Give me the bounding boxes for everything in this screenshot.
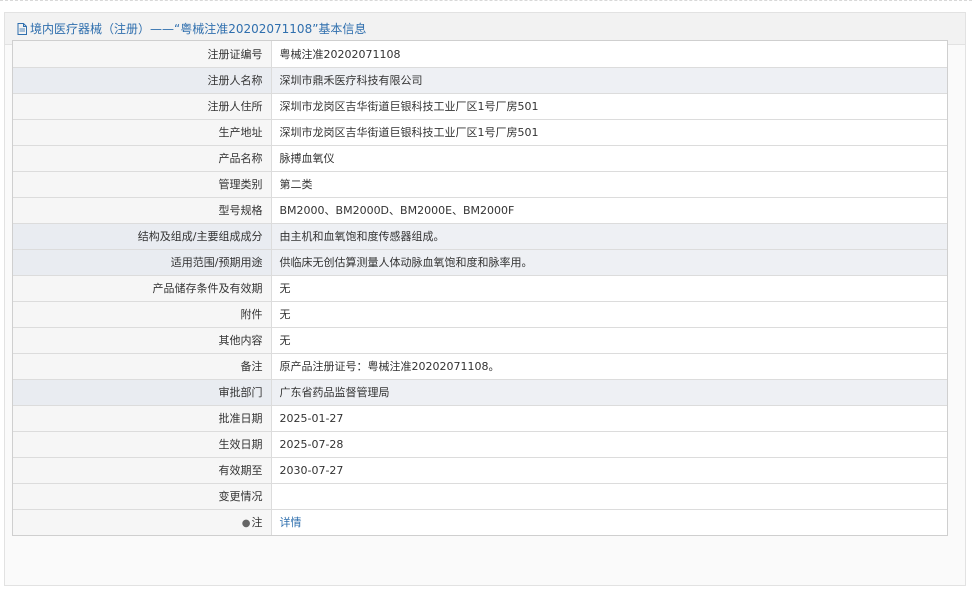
field-label: 变更情况 [13,483,272,510]
field-value: 2025-07-28 [271,431,947,458]
field-label: 管理类别 [13,171,272,198]
field-label: 结构及组成/主要组成成分 [13,223,272,250]
table-row: 生产地址 深圳市龙岗区吉华街道巨银科技工业厂区1号厂房501 [13,119,947,146]
field-value [271,483,947,510]
table-row: 注册证编号 粤械注准20202071108 [13,41,947,68]
note-row: ●注 详情 [13,509,947,535]
table-row: 产品储存条件及有效期无 [13,275,947,302]
table-row: 适用范围/预期用途 供临床无创估算测量人体动脉血氧饱和度和脉率用。 [13,249,947,276]
table-row: 备注 原产品注册证号：粤械注准20202071108。 [13,353,947,380]
field-label: 注册证编号 [13,41,272,68]
table-row: 管理类别 第二类 [13,171,947,198]
table-row: 型号规格 BM2000、BM2000D、BM2000E、BM2000F [13,197,947,224]
field-value: 无 [271,327,947,354]
field-label: 批准日期 [13,405,272,432]
pin-icon: ● [241,518,251,530]
field-label: 审批部门 [13,379,272,406]
field-value: 供临床无创估算测量人体动脉血氧饱和度和脉率用。 [271,249,947,276]
table-row: 附件无 [13,301,947,328]
field-value: 无 [271,301,947,328]
field-value: 2025-01-27 [271,405,947,432]
note-label-cell: ●注 [13,509,272,535]
field-label: 生产地址 [13,119,272,146]
table-row: 注册人住所 深圳市龙岗区吉华街道巨银科技工业厂区1号厂房501 [13,93,947,120]
field-label: 适用范围/预期用途 [13,249,272,276]
note-label: 注 [251,516,263,530]
table-row: 生效日期 2025-07-28 [13,431,947,458]
field-label: 有效期至 [13,457,272,484]
field-value: 无 [271,275,947,302]
field-label: 其他内容 [13,327,272,354]
table-row: 产品名称 脉搏血氧仪 [13,145,947,172]
page-title: 境内医疗器械（注册）——“粤械注准20202071108”基本信息 [30,22,367,36]
field-value: 第二类 [271,171,947,198]
field-value: 深圳市龙岗区吉华街道巨银科技工业厂区1号厂房501 [271,119,947,146]
table-row: 注册人名称 深圳市鼎禾医疗科技有限公司 [13,67,947,94]
field-label: 备注 [13,353,272,380]
field-label: 注册人住所 [13,93,272,120]
note-value-cell: 详情 [271,509,947,535]
field-value: 深圳市龙岗区吉华街道巨银科技工业厂区1号厂房501 [271,93,947,120]
field-value: 脉搏血氧仪 [271,145,947,172]
field-value: 深圳市鼎禾医疗科技有限公司 [271,67,947,94]
field-label: 附件 [13,301,272,328]
field-label: 注册人名称 [13,67,272,94]
table-row: 审批部门 广东省药品监督管理局 [13,379,947,406]
table-row: 其他内容无 [13,327,947,354]
info-table: 注册证编号 粤械注准20202071108 注册人名称 深圳市鼎禾医疗科技有限公司 注册… [12,40,948,536]
field-label: 产品名称 [13,145,272,172]
field-value: 粤械注准20202071108 [271,41,947,68]
table-row: 有效期至 2030-07-27 [13,457,947,484]
details-link[interactable]: 详情 [280,516,302,529]
field-value: 广东省药品监督管理局 [271,379,947,406]
table-row: 变更情况 [13,483,947,510]
table-row: 批准日期 2025-01-27 [13,405,947,432]
field-label: 产品储存条件及有效期 [13,275,272,302]
field-label: 型号规格 [13,197,272,224]
field-value: 原产品注册证号：粤械注准20202071108。 [271,353,947,380]
table-row: 结构及组成/主要组成成分 由主机和血氧饱和度传感器组成。 [13,223,947,250]
field-value: BM2000、BM2000D、BM2000E、BM2000F [271,197,947,224]
field-label: 生效日期 [13,431,272,458]
field-value: 2030-07-27 [271,457,947,484]
document-icon [17,22,27,35]
field-value: 由主机和血氧饱和度传感器组成。 [271,223,947,250]
